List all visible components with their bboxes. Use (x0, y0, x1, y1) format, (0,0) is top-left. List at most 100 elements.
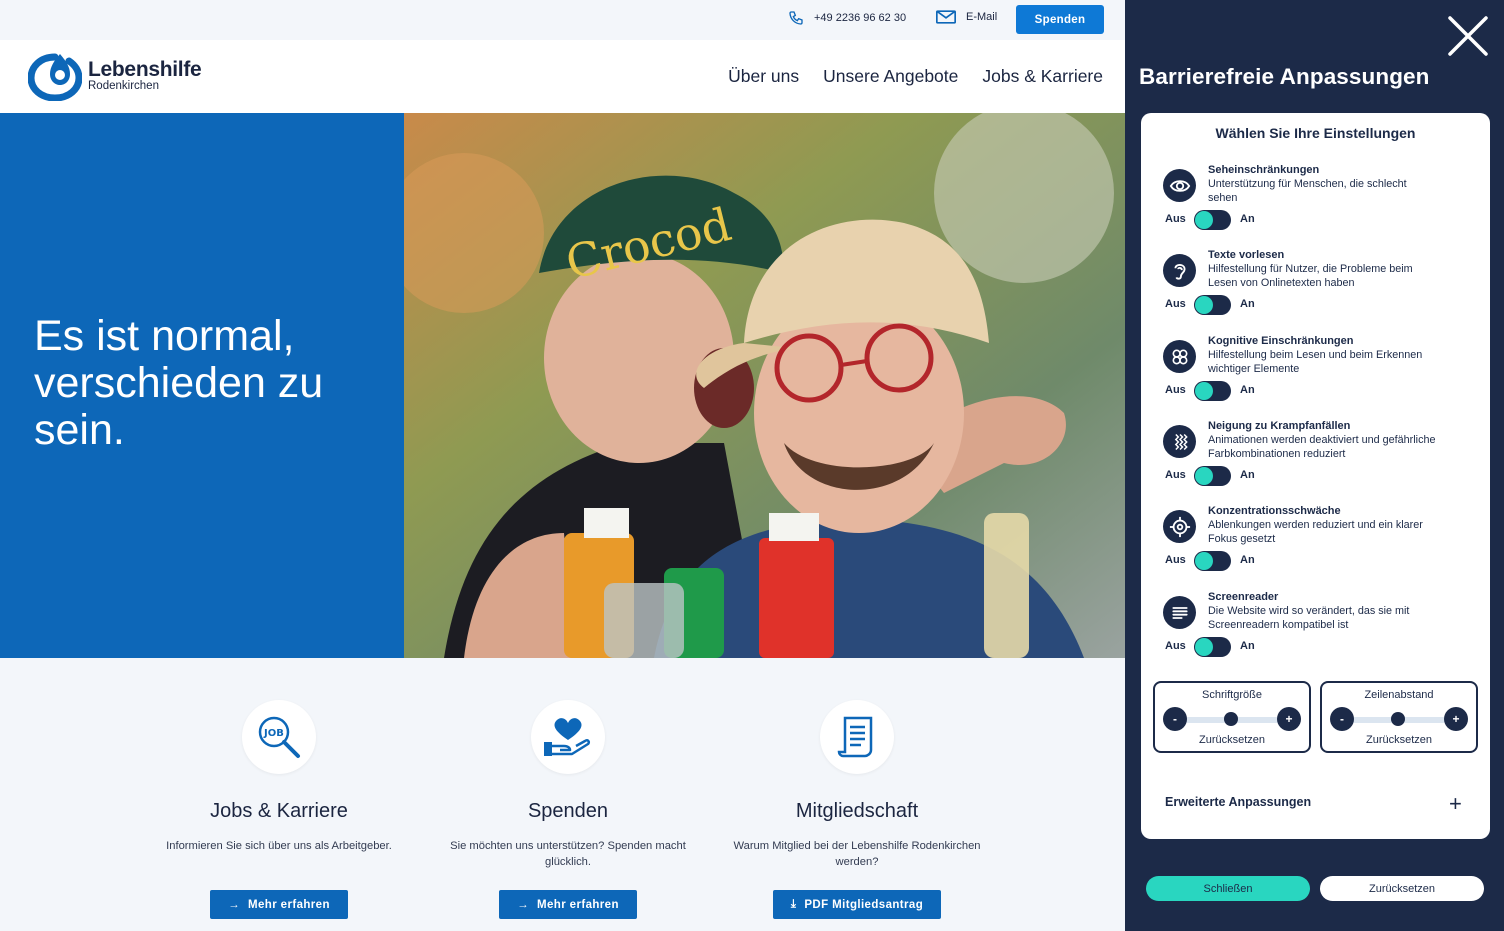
toggle-off-label: Aus (1165, 469, 1186, 481)
mail-icon (936, 10, 956, 24)
hero-photo: Crocod (404, 113, 1125, 658)
line-spacing-increase-button[interactable]: + (1444, 707, 1468, 731)
option-title: Texte vorlesen (1208, 249, 1285, 261)
line-spacing-reset[interactable]: Zurücksetzen (1322, 734, 1476, 746)
card-membership: Mitgliedschaft Warum Mitglied bei der Le… (727, 658, 987, 919)
font-size-label: Schriftgröße (1202, 689, 1262, 701)
panel-close-button[interactable]: Schließen (1146, 876, 1310, 901)
toggle-switch[interactable] (1194, 210, 1231, 230)
logo-mark-icon (28, 53, 82, 101)
card-title: Jobs & Karriere (210, 800, 348, 822)
toggle-on-label: An (1240, 213, 1255, 225)
line-spacing-decrease-button[interactable]: - (1330, 707, 1354, 731)
more-info-button[interactable]: → Mehr erfahren (210, 890, 348, 919)
heart-hand-icon (544, 718, 591, 756)
panel-reset-button[interactable]: Zurücksetzen (1320, 876, 1484, 901)
toggle-off-label: Aus (1165, 640, 1186, 652)
card-donate: Spenden Sie möchten uns unterstützen? Sp… (438, 658, 698, 919)
toggle-on-label: An (1240, 640, 1255, 652)
svg-text:JOB: JOB (263, 728, 284, 739)
option-screenreader: Screenreader Die Website wird so verände… (1163, 591, 1473, 671)
ear-icon (1163, 254, 1196, 287)
arrow-right-icon: → (517, 898, 529, 911)
option-title: Konzentrationsschwäche (1208, 505, 1341, 517)
option-read-aloud: Texte vorlesen Hilfestellung für Nutzer,… (1163, 249, 1473, 329)
toggle-on-label: An (1240, 384, 1255, 396)
nav-item-jobs[interactable]: Jobs & Karriere (982, 66, 1103, 87)
toggle-on-label: An (1240, 469, 1255, 481)
option-title: Neigung zu Krampfanfällen (1208, 420, 1351, 432)
phone-number: +49 2236 96 62 30 (814, 12, 907, 24)
arrow-right-icon: → (228, 898, 240, 911)
option-description: Ablenkungen werden reduziert und ein kla… (1208, 519, 1423, 545)
toggle-off-label: Aus (1165, 213, 1186, 225)
brain-icon (1163, 340, 1196, 373)
font-size-slider-handle[interactable] (1224, 712, 1238, 726)
option-description: Unterstützung für Menschen, die schlecht… (1208, 178, 1407, 204)
option-title: Kognitive Einschränkungen (1208, 335, 1354, 347)
line-spacing-slider-handle[interactable] (1391, 712, 1405, 726)
card-icon-wrap (820, 700, 894, 774)
toggle-switch[interactable] (1194, 466, 1231, 486)
toggle-switch[interactable] (1194, 295, 1231, 315)
top-bar: +49 2236 96 62 30 E-Mail Spenden (0, 0, 1125, 40)
logo-name: Lebenshilfe (88, 58, 202, 82)
font-size-increase-button[interactable]: + (1277, 707, 1301, 731)
toggle-switch[interactable] (1194, 381, 1231, 401)
website: +49 2236 96 62 30 E-Mail Spenden Lebensh… (0, 0, 1125, 931)
email-link[interactable]: E-Mail (936, 10, 997, 24)
email-label: E-Mail (966, 11, 998, 23)
toggle-off-label: Aus (1165, 384, 1186, 396)
advanced-settings-label[interactable]: Erweiterte Anpassungen (1165, 795, 1311, 809)
document-scroll-icon (837, 716, 873, 758)
feature-cards: JOB Jobs & Karriere Informieren Sie sich… (0, 658, 1125, 931)
donate-button[interactable]: Spenden (1016, 5, 1104, 34)
font-size-control: Schriftgröße - + Zurücksetzen (1153, 681, 1311, 753)
line-spacing-label: Zeilenabstand (1364, 689, 1434, 701)
toggle-switch[interactable] (1194, 551, 1231, 571)
hero: Es ist normal, verschieden zu sein. Croc… (0, 113, 1125, 658)
font-size-reset[interactable]: Zurücksetzen (1155, 734, 1309, 746)
logo[interactable]: Lebenshilfe Rodenkirchen (28, 51, 202, 101)
toggle-off-label: Aus (1165, 298, 1186, 310)
line-spacing-control: Zeilenabstand - + Zurücksetzen (1320, 681, 1478, 753)
button-label: Mehr erfahren (537, 898, 619, 911)
font-size-decrease-button[interactable]: - (1163, 707, 1187, 731)
option-description: Animationen werden deaktiviert und gefäh… (1208, 434, 1436, 460)
card-title: Mitgliedschaft (795, 800, 919, 822)
card-text: Warum Mitglied bei der Lebenshilfe Roden… (733, 840, 981, 868)
option-description: Hilfestellung beim Lesen und beim Erkenn… (1208, 349, 1423, 375)
lines-icon (1163, 596, 1196, 629)
logo-subtitle: Rodenkirchen (88, 80, 159, 93)
card-jobs: JOB Jobs & Karriere Informieren Sie sich… (149, 658, 409, 919)
nav-item-about[interactable]: Über uns (728, 66, 799, 87)
more-info-button[interactable]: → Mehr erfahren (499, 890, 637, 919)
card-text: Informieren Sie sich über uns als Arbeit… (166, 840, 392, 852)
option-title: Seheinschränkungen (1208, 164, 1320, 176)
job-search-icon: JOB (258, 716, 300, 758)
nav-item-offers[interactable]: Unsere Angebote (823, 66, 958, 87)
toggle-switch[interactable] (1194, 637, 1231, 657)
target-icon (1163, 510, 1196, 543)
panel-title: Barrierefreie Anpassungen (1139, 64, 1430, 89)
toggle-on-label: An (1240, 554, 1255, 566)
card-icon-wrap (531, 700, 605, 774)
phone-link[interactable]: +49 2236 96 62 30 (788, 10, 906, 26)
close-panel-button[interactable] (1446, 14, 1490, 58)
option-cognitive: Kognitive Einschränkungen Hilfestellung … (1163, 335, 1473, 415)
waves-icon (1163, 425, 1196, 458)
download-icon: ⤓ (790, 898, 797, 910)
button-label: Mehr erfahren (248, 898, 330, 911)
card-icon-wrap: JOB (242, 700, 316, 774)
pdf-download-button[interactable]: ⤓ PDF Mitgliedsantrag (772, 890, 942, 919)
hero-text-panel: Es ist normal, verschieden zu sein. (0, 113, 404, 658)
settings-title: Wählen Sie Ihre Einstellungen (1215, 125, 1416, 141)
eye-icon (1163, 169, 1196, 202)
card-text: Sie möchten uns unterstützen? Spenden ma… (450, 840, 686, 868)
option-title: Screenreader (1208, 591, 1279, 603)
option-concentration: Konzentrationsschwäche Ablenkungen werde… (1163, 505, 1473, 585)
phone-icon (789, 11, 803, 25)
main-nav: Über uns Unsere Angebote Jobs & Karriere (728, 66, 1103, 87)
expand-advanced-icon[interactable]: + (1449, 793, 1462, 815)
toggle-off-label: Aus (1165, 554, 1186, 566)
